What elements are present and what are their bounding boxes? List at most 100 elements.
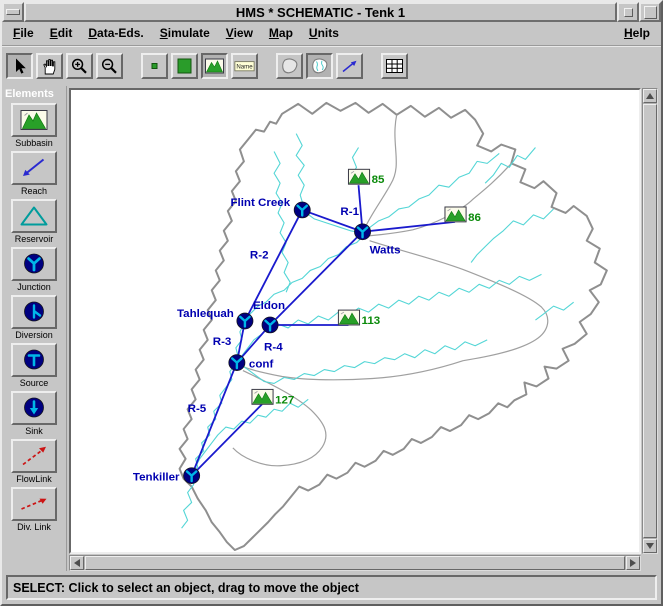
menu-simulate[interactable]: Simulate [152, 24, 218, 44]
element-tool-junction-button[interactable] [11, 247, 57, 281]
menu-data-eds[interactable]: Data-Eds. [80, 24, 151, 44]
pan-hand-button[interactable] [36, 53, 63, 79]
small-element-icons-button[interactable] [141, 53, 168, 79]
subbasin-divide-line [233, 371, 326, 466]
element-tool-diversion: Diversion [2, 295, 66, 340]
scroll-left-button[interactable] [70, 556, 84, 570]
element-tool-reach-button[interactable] [11, 151, 57, 185]
reach-label[interactable]: R-5 [188, 403, 207, 415]
minimize-button[interactable] [617, 2, 639, 22]
scroll-right-button[interactable] [626, 556, 640, 570]
subbasin-divide-line [243, 361, 463, 380]
horizontal-scroll-thumb[interactable] [85, 556, 625, 570]
show-basin-streams-button[interactable] [306, 53, 333, 79]
square-small-icon [144, 57, 165, 75]
subbasin-node[interactable]: 86 [445, 207, 481, 224]
element-tool-diversion-button[interactable] [11, 295, 57, 329]
toolbar-group [381, 53, 408, 79]
zoom-out-icon [99, 57, 120, 75]
zoom-in-button[interactable] [66, 53, 93, 79]
menu-file[interactable]: File [5, 24, 42, 44]
vertical-scroll-thumb[interactable] [643, 104, 657, 538]
status-bar: SELECT: Click to select an object, drag … [6, 575, 657, 600]
menu-view[interactable]: View [218, 24, 261, 44]
menu-map[interactable]: Map [261, 24, 301, 44]
element-tool-div-link-button[interactable] [11, 487, 57, 521]
element-tool-label: Reservoir [15, 234, 54, 244]
element-tool-subbasin-button[interactable] [11, 103, 57, 137]
subbasin-label: 86 [468, 212, 481, 224]
element-tool-div-link: Div. Link [2, 487, 66, 532]
grid-icon [384, 57, 405, 75]
stream-line [182, 477, 194, 529]
main-area: Elements SubbasinReachReservoirJunctionD… [2, 86, 661, 571]
junction-label: Watts [370, 245, 401, 257]
reach-label[interactable]: R-4 [264, 342, 283, 354]
element-tool-flowlink-button[interactable] [11, 439, 57, 473]
show-flow-directions-button[interactable] [336, 53, 363, 79]
junction-node[interactable]: Tahlequah [177, 308, 253, 329]
titlebar: HMS * SCHEMATIC - Tenk 1 [2, 2, 661, 22]
stream-line [535, 302, 573, 320]
junction-node[interactable]: conf [229, 355, 274, 371]
window-menu-button[interactable] [2, 2, 24, 22]
scroll-up-button[interactable] [643, 89, 657, 103]
subbasin-label: 113 [362, 315, 381, 327]
element-tool-source: Source [2, 343, 66, 388]
diversion-icon [18, 299, 50, 325]
select-pointer-button[interactable] [6, 53, 33, 79]
toolbar-group [276, 53, 363, 79]
maximize-icon [644, 6, 657, 19]
subbasin-node[interactable]: 85 [348, 169, 385, 186]
element-tool-reservoir: Reservoir [2, 199, 66, 244]
menu-edit[interactable]: Edit [42, 24, 81, 44]
elements-tool-list: SubbasinReachReservoirJunctionDiversionS… [2, 103, 66, 535]
element-tool-sink-button[interactable] [11, 391, 57, 425]
element-tool-subbasin: Subbasin [2, 103, 66, 148]
subbasin-node[interactable]: 127 [252, 389, 294, 406]
maximize-button[interactable] [639, 2, 661, 22]
stream-line [296, 134, 304, 210]
junction-node[interactable]: Flint Creek [230, 197, 310, 218]
subbasin-picture-icon [204, 57, 225, 75]
reach-label[interactable]: R-3 [213, 336, 232, 348]
junction-node[interactable]: Tenkiller [133, 468, 200, 484]
window-title: HMS * SCHEMATIC - Tenk 1 [24, 2, 617, 22]
source-icon [18, 347, 50, 373]
reach-label[interactable]: R-1 [340, 206, 359, 218]
show-basin-outline-button[interactable] [276, 53, 303, 79]
element-tool-label: Sink [25, 426, 43, 436]
reach-label[interactable]: R-2 [250, 250, 269, 262]
menu-units[interactable]: Units [301, 24, 347, 44]
show-grid-button[interactable] [381, 53, 408, 79]
subbasin-divide-line [370, 163, 512, 235]
element-tool-junction: Junction [2, 247, 66, 292]
arrow-up-icon [646, 93, 654, 99]
junction-icon [18, 251, 50, 277]
show-element-names-button[interactable]: Name [231, 53, 258, 79]
large-element-icons-button[interactable] [171, 53, 198, 79]
status-text: SELECT: Click to select an object, drag … [13, 581, 359, 595]
scroll-down-button[interactable] [643, 539, 657, 553]
menu-help[interactable]: Help [616, 24, 658, 44]
junction-node[interactable]: Eldon [253, 300, 285, 333]
show-element-icons-button[interactable] [201, 53, 228, 79]
subbasin-label: 127 [275, 394, 294, 406]
menubar: FileEditData-Eds.SimulateViewMapUnits Hel… [2, 22, 661, 46]
vertical-scrollbar[interactable] [642, 88, 658, 554]
element-tool-reservoir-button[interactable] [11, 199, 57, 233]
schematic-canvas[interactable]: R-1 R-2 R-3 R-4 R-5 85 86 113 127 Flint Creek Watt… [69, 88, 641, 554]
horizontal-scrollbar[interactable] [69, 555, 641, 571]
subbasin-node[interactable]: 113 [338, 310, 380, 327]
element-tool-source-button[interactable] [11, 343, 57, 377]
element-tool-reach: Reach [2, 151, 66, 196]
map-canvas-area: R-1 R-2 R-3 R-4 R-5 85 86 113 127 Flint Creek Watt… [67, 86, 661, 571]
arrow-left-icon [74, 559, 80, 567]
junction-label: conf [249, 359, 274, 371]
zoom-out-button[interactable] [96, 53, 123, 79]
scrollbar-corner [641, 555, 658, 571]
toolbar-group: Name [141, 53, 258, 79]
element-tool-flowlink: FlowLink [2, 439, 66, 484]
zoom-in-icon [69, 57, 90, 75]
junction-label: Tahlequah [177, 308, 234, 320]
